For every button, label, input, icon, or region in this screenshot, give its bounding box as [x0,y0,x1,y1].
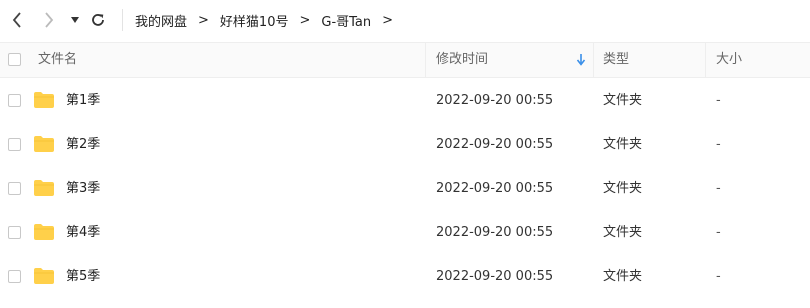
file-name[interactable]: 第1季 [66,79,100,123]
row-checkbox[interactable] [8,270,21,283]
file-type: 文件夹 [603,137,643,152]
file-size: - [716,225,721,240]
breadcrumb-item-folder[interactable]: 好样猫10号 [218,11,291,30]
file-size: - [716,181,721,196]
file-modified-time: 2022-09-20 00:55 [436,93,554,108]
column-divider[interactable] [593,43,594,77]
refresh-icon [92,14,104,26]
breadcrumb: 我的网盘 > 好样猫10号 > G-哥Tan > [133,10,402,30]
column-header-modified[interactable]: 修改时间 [436,43,488,77]
toolbar: 我的网盘 > 好样猫10号 > G-哥Tan > [0,0,810,40]
breadcrumb-item-root[interactable]: 我的网盘 [133,11,189,30]
column-divider[interactable] [705,43,706,77]
forward-button[interactable] [38,8,60,32]
row-checkbox[interactable] [8,94,21,107]
column-header-size[interactable]: 大小 [716,43,742,77]
file-size: - [716,93,721,108]
file-name[interactable]: 第5季 [66,255,100,299]
breadcrumb-separator[interactable]: > [382,13,393,28]
back-button[interactable] [6,8,28,32]
refresh-button[interactable] [87,8,109,32]
chevron-left-icon [12,12,21,28]
column-header-type[interactable]: 类型 [603,43,629,77]
table-row[interactable]: 第1季 2022-09-20 00:55 文件夹 - [0,79,810,123]
file-type: 文件夹 [603,181,643,196]
file-modified-time: 2022-09-20 00:55 [436,137,554,152]
breadcrumb-item-current[interactable]: G-哥Tan [319,11,373,30]
file-modified-time: 2022-09-20 00:55 [436,225,554,240]
folder-icon [34,224,54,240]
folder-icon [34,92,54,108]
arrow-down-icon [576,54,586,66]
select-all-checkbox[interactable] [8,53,21,66]
file-size: - [716,269,721,284]
triangle-down-icon [71,17,79,23]
toolbar-divider [122,9,123,31]
breadcrumb-separator: > [198,12,209,28]
file-name[interactable]: 第3季 [66,167,100,211]
sort-arrow-down-icon[interactable] [576,54,586,70]
row-checkbox[interactable] [8,182,21,195]
history-dropdown-button[interactable] [64,8,86,32]
folder-icon [34,136,54,152]
row-checkbox[interactable] [8,138,21,151]
file-size: - [716,137,721,152]
breadcrumb-separator: > [299,12,311,28]
folder-icon [34,180,54,196]
file-modified-time: 2022-09-20 00:55 [436,269,554,284]
file-type: 文件夹 [603,225,643,240]
file-name[interactable]: 第2季 [66,123,100,167]
row-checkbox[interactable] [8,226,21,239]
column-header-name[interactable]: 文件名 [38,43,77,77]
table-row[interactable]: 第4季 2022-09-20 00:55 文件夹 - [0,211,810,255]
file-modified-time: 2022-09-20 00:55 [436,181,554,196]
table-row[interactable]: 第3季 2022-09-20 00:55 文件夹 - [0,167,810,211]
file-type: 文件夹 [603,269,643,284]
table-header: 文件名 修改时间 类型 大小 [0,42,810,78]
folder-icon [34,268,54,284]
file-name[interactable]: 第4季 [66,211,100,255]
file-type: 文件夹 [603,93,643,108]
column-divider[interactable] [425,43,426,77]
chevron-right-icon [45,12,54,28]
table-row[interactable]: 第5季 2022-09-20 00:55 文件夹 - [0,255,810,299]
table-row[interactable]: 第2季 2022-09-20 00:55 文件夹 - [0,123,810,167]
